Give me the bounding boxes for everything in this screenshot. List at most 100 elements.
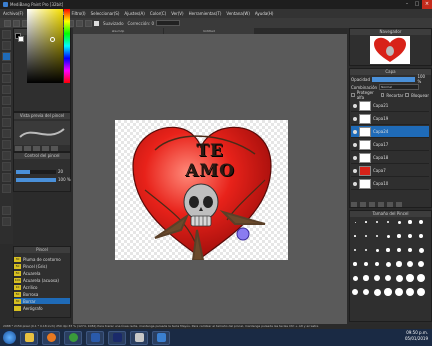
operation-icon[interactable] [2, 173, 11, 182]
menu-seleccionar[interactable]: Seleccionar(S) [91, 11, 120, 16]
clipping-checkbox[interactable] [380, 93, 385, 97]
brush-size-option[interactable] [352, 275, 358, 281]
brush-item[interactable]: 50 Borrosa [14, 291, 70, 297]
correction-select[interactable] [156, 20, 181, 26]
system-clock[interactable]: 09:50 p.m. 05/01/2019 [405, 330, 428, 342]
brush-shape-swatch[interactable] [51, 146, 58, 151]
layer-row[interactable]: Capa10 [351, 178, 429, 190]
brush-size-option[interactable] [406, 274, 414, 282]
brush-size-option[interactable] [417, 274, 425, 282]
menu-ventana[interactable]: Ventana(W) [226, 11, 250, 16]
layer-row[interactable]: Capa21 [351, 100, 429, 112]
layer-row[interactable]: Capa7 [351, 165, 429, 177]
duplicate-layer-icon[interactable] [369, 202, 375, 207]
brush-tool-icon[interactable] [4, 19, 11, 27]
brush-size-option[interactable] [354, 235, 356, 237]
brush-size-option[interactable] [352, 289, 358, 295]
photoshop-taskbar-button[interactable] [108, 330, 126, 345]
brush-item[interactable]: 10 Acrílico [14, 284, 70, 290]
lock-checkbox[interactable] [405, 93, 410, 97]
select-pen-icon[interactable] [2, 140, 11, 149]
lasso-icon[interactable] [2, 118, 11, 127]
blend-mode-select[interactable]: Normal [379, 84, 420, 90]
brush-size-option[interactable] [375, 248, 379, 252]
brush-size-option[interactable] [365, 235, 367, 237]
app-taskbar-button[interactable] [130, 330, 148, 345]
menu-archivo[interactable]: Archivo(F) [3, 11, 23, 16]
brush-size-option[interactable] [376, 221, 378, 223]
menu-herramientas[interactable]: Herramientas(T) [189, 11, 222, 16]
close-button[interactable]: × [422, 0, 432, 9]
fill-icon[interactable] [2, 85, 11, 94]
new-folder-icon[interactable] [360, 202, 366, 207]
brush-size-option[interactable] [406, 288, 414, 296]
minimize-button[interactable]: – [402, 0, 412, 9]
layer-row[interactable]: Capa17 [351, 139, 429, 151]
opacity-slider[interactable] [371, 76, 416, 82]
snap-perspective-icon[interactable] [76, 19, 83, 27]
brush-size-slider[interactable] [16, 170, 56, 174]
new-layer-icon[interactable] [351, 202, 357, 207]
layer-row-selected[interactable]: Capa24 [351, 126, 429, 138]
saturation-value-picker[interactable] [27, 9, 63, 83]
brush-size-option[interactable] [385, 261, 391, 267]
brush-size-option[interactable] [364, 262, 368, 266]
start-button[interactable] [3, 331, 16, 344]
gradient-icon[interactable] [2, 96, 11, 105]
color-picker-cursor[interactable] [50, 37, 55, 42]
brush-size-option[interactable] [354, 221, 356, 223]
media-taskbar-button[interactable] [42, 330, 60, 345]
brush-size-option[interactable] [408, 220, 412, 224]
brush-size-option[interactable] [395, 274, 403, 282]
brush-size-option[interactable] [407, 261, 413, 267]
brush-item[interactable]: Aerógrafo [14, 305, 70, 311]
visibility-eye-icon[interactable] [353, 103, 357, 108]
brush-size-option[interactable] [396, 261, 402, 267]
menu-ver[interactable]: Ver(V) [171, 11, 183, 16]
layer-row[interactable]: Capa18 [351, 152, 429, 164]
brush-size-option[interactable] [353, 262, 357, 266]
brush-item[interactable]: 30 Pluma de contorno [14, 256, 70, 262]
brush-size-option[interactable] [408, 234, 412, 238]
brush-shape-swatch[interactable] [42, 146, 49, 151]
brush-size-option[interactable] [386, 248, 390, 252]
color-swatch-icon[interactable] [2, 217, 11, 226]
visibility-eye-icon[interactable] [353, 116, 357, 121]
brush-shape-swatch[interactable] [24, 146, 31, 151]
brush-size-option[interactable] [384, 288, 392, 296]
brush-size-option[interactable] [363, 275, 369, 281]
merge-down-icon[interactable] [378, 202, 384, 207]
antialias-checkbox[interactable] [94, 20, 99, 26]
select-icon[interactable] [2, 107, 11, 116]
brush-size-option[interactable] [397, 234, 401, 238]
maximize-button[interactable]: □ [412, 0, 422, 9]
visibility-eye-icon[interactable] [353, 142, 357, 147]
visibility-eye-icon[interactable] [353, 168, 357, 173]
text-icon[interactable] [2, 162, 11, 171]
brush-opacity-slider[interactable] [16, 178, 56, 182]
brush-size-icon[interactable] [13, 19, 20, 27]
brush-item[interactable]: 100 Acuarela (acuosa) [14, 277, 70, 283]
word-taskbar-button[interactable] [86, 330, 104, 345]
navigator-thumbnail[interactable] [370, 36, 410, 64]
brush-size-option[interactable] [418, 247, 424, 253]
rectangle-icon[interactable] [2, 74, 11, 83]
brush-item[interactable]: 50 Acuarela [14, 270, 70, 276]
brush-size-option[interactable] [419, 220, 423, 224]
background-color[interactable] [18, 36, 24, 42]
visibility-eye-icon[interactable] [353, 129, 357, 134]
menu-ayuda[interactable]: Ayuda(H) [255, 11, 274, 16]
magic-wand-icon[interactable] [2, 129, 11, 138]
brush-item[interactable]: 50 Pincel (Gris) [14, 263, 70, 269]
brush-size-option[interactable] [397, 220, 401, 224]
hue-slider[interactable] [64, 9, 70, 83]
brush-size-option[interactable] [397, 248, 401, 252]
menu-ajustes[interactable]: Ajustes(A) [124, 11, 144, 16]
eraser-icon[interactable] [2, 41, 11, 50]
brush-size-option[interactable] [395, 288, 403, 296]
brush-shape-swatch[interactable] [15, 146, 22, 151]
medibang-taskbar-button[interactable] [152, 330, 170, 345]
brush-size-option[interactable] [365, 221, 367, 223]
eyedropper-icon[interactable] [2, 206, 11, 215]
explorer-taskbar-button[interactable] [20, 330, 38, 345]
